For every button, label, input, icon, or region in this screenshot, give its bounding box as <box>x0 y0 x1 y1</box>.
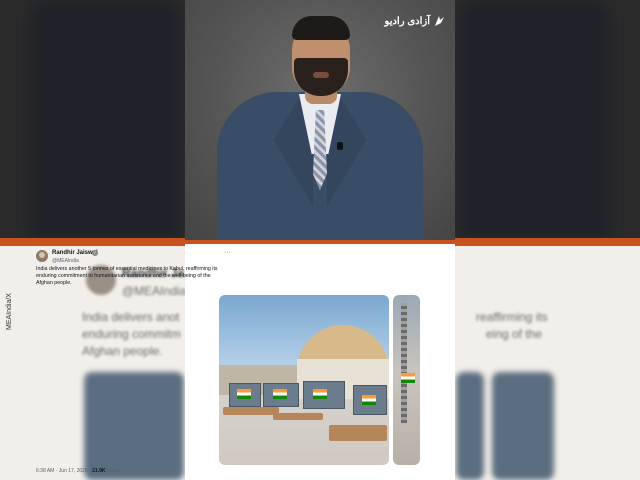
logo-text: آزادی رادیو <box>384 15 430 27</box>
lapel-mic-icon <box>337 142 343 150</box>
photo-flag <box>362 395 376 405</box>
source-credit: MEAIndia/X <box>6 293 13 330</box>
background-body-line: enduring commitm <box>82 327 181 341</box>
avatar[interactable] <box>36 250 48 262</box>
photo-tower <box>401 303 407 423</box>
background-body-line: eing of the <box>486 327 543 341</box>
background-presenter-right <box>460 0 610 240</box>
tweet-media[interactable] <box>219 295 427 465</box>
photo-flag <box>237 389 251 399</box>
tweet-timestamp[interactable]: 6:38 AM · Jun 17, 2026 · <box>36 468 92 474</box>
background-image <box>456 372 484 480</box>
more-options-icon[interactable]: ··· <box>224 249 231 256</box>
background-body-line: Afghan people. <box>82 344 163 358</box>
tweet-views-label: Views <box>105 468 121 474</box>
tweet-photo-second[interactable] <box>393 295 420 465</box>
tweet-views-count: 21.9K <box>92 468 106 474</box>
photo-flag <box>273 389 287 399</box>
tweet-text: India delivers another 5 tonnes of essen… <box>36 266 218 287</box>
photo-wood-stack <box>223 407 279 415</box>
background-body-line: reaffirming its <box>476 310 548 324</box>
verified-badge-icon: ✓ <box>92 250 98 256</box>
tweet-author-name[interactable]: Randhir Jaiswal <box>52 250 98 256</box>
tweet-photo-main[interactable] <box>219 295 389 465</box>
presenter-mouth <box>313 72 329 78</box>
background-image <box>492 372 554 480</box>
photo-flag <box>313 389 327 399</box>
background-body-line: India delivers anot <box>82 310 180 324</box>
station-logo: آزادی رادیو <box>385 14 445 28</box>
presenter-video: آزادی رادیو <box>185 0 455 240</box>
photo-flag <box>401 373 415 383</box>
background-image <box>84 372 184 480</box>
tweet-meta: 6:38 AM · Jun 17, 2026 · 21.9K Views <box>36 468 120 474</box>
background-presenter-left <box>30 0 180 240</box>
presenter-hair <box>292 16 350 40</box>
bird-logo-icon <box>435 16 444 26</box>
photo-wood-stack <box>273 413 323 420</box>
photo-wood-stack <box>329 425 387 441</box>
tweet-handle[interactable]: @MEAIndia <box>52 258 79 264</box>
